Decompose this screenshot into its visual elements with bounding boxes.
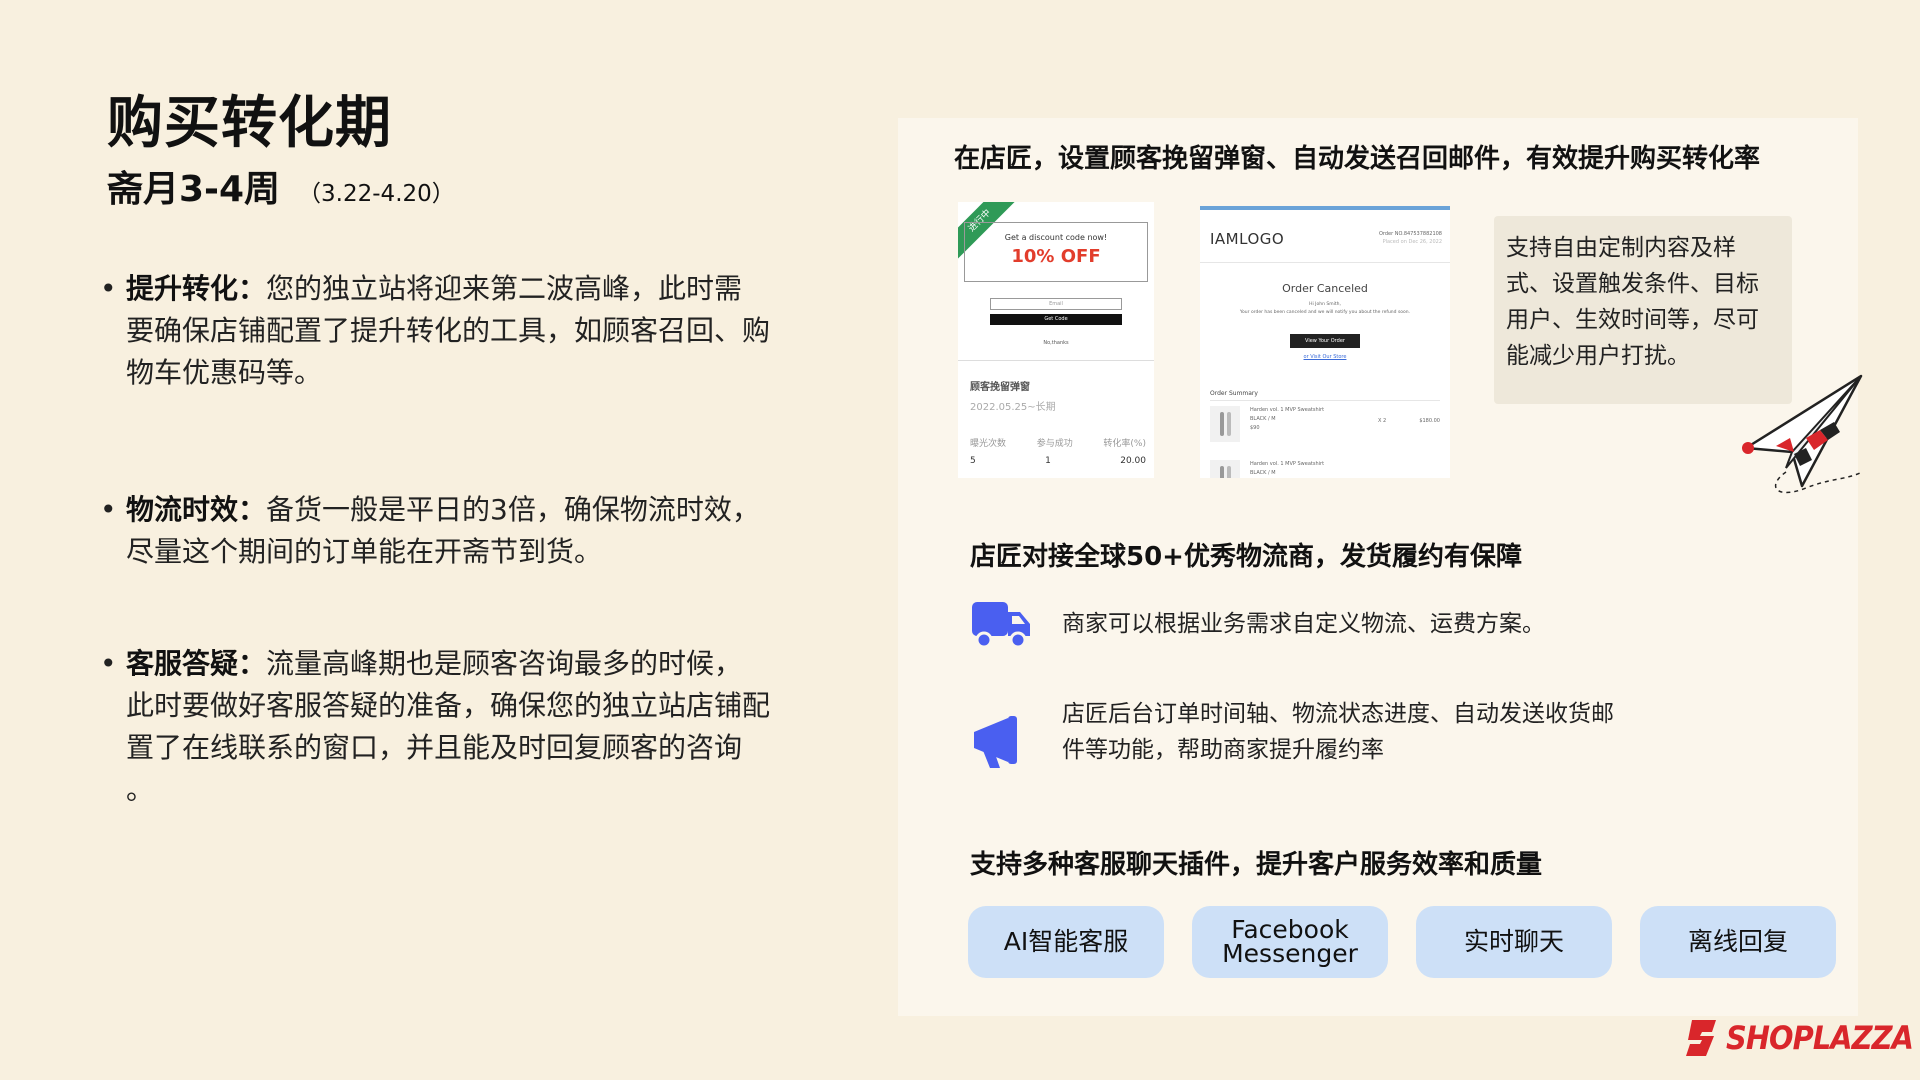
order-item: Harden vol. 1 MVP Sweatshirt BLACK / M <box>1210 460 1440 478</box>
view-order-button: View Your Order <box>1290 334 1360 348</box>
brand-name: SHOPLAZZA <box>1726 1019 1914 1057</box>
store-logo: IAMLOGO <box>1210 230 1285 248</box>
placed-on: Placed on Dec 26, 2022 <box>1382 239 1442 245</box>
item-total: $180.00 <box>1419 418 1440 424</box>
recall-email-mock: IAMLOGO Order NO.847537882108 Placed on … <box>1200 206 1450 478</box>
stat-headers: 曝光次数 参与成功 转化率(%) <box>970 436 1146 449</box>
product-thumbnail <box>1210 406 1240 442</box>
visit-store-link: or Visit Our Store <box>1303 354 1347 360</box>
feature-text: 商家可以根据业务需求自定义物流、运费方案。 <box>1062 611 1545 637</box>
bullet-label: 物流时效 <box>126 493 239 526</box>
plugin-facebook-messenger: Facebook Messenger <box>1192 906 1388 978</box>
stat-header: 曝光次数 <box>970 439 1007 449</box>
subtitle-main: 斋月3-4周 <box>107 169 281 210</box>
item-qty: X 2 <box>1378 418 1387 424</box>
bullet-sep: ： <box>238 493 267 526</box>
megaphone-icon <box>974 716 1017 768</box>
page-title: 购买转化期 <box>107 91 392 156</box>
paper-plane-icon <box>1742 374 1863 494</box>
plugin-live-chat: 实时聊天 <box>1416 906 1612 978</box>
item-variant: BLACK / M <box>1250 416 1276 422</box>
divider <box>958 360 1154 361</box>
logistics-heading: 店匠对接全球50+优秀物流商，发货履约有保障 <box>970 542 1522 572</box>
stat-title: 顾客挽留弹窗 <box>970 382 1030 393</box>
date-range: （3.22-4.20） <box>298 181 455 207</box>
retention-popup-mock: 进行中 Get a discount code now! 10% OFF Ema… <box>958 202 1154 478</box>
panel-heading: 在店匠，设置顾客挽留弹窗、自动发送召回邮件，有效提升购买转化率 <box>954 144 1761 174</box>
stat-value: 1 <box>1045 456 1051 466</box>
page-subtitle: 斋月3-4周 （3.22-4.20） <box>107 160 455 212</box>
plugin-offline-reply: 离线回复 <box>1640 906 1836 978</box>
stat-header: 转化率(%) <box>1103 439 1146 449</box>
item-info: Harden vol. 1 MVP Sweatshirt BLACK / M <box>1250 460 1324 478</box>
bullet-sep: ： <box>238 647 267 680</box>
item-info: Harden vol. 1 MVP Sweatshirt BLACK / M $… <box>1250 406 1324 433</box>
bullet-sep: ： <box>238 272 267 305</box>
no-thanks-link: No,thanks <box>1043 340 1069 346</box>
get-code-button: Get Code <box>990 314 1122 325</box>
bullet-conversion: 提升转化：您的独立站将迎来第二波高峰，此时需要确保店铺配置了提升转化的工具，如顾… <box>100 268 770 394</box>
shoplazza-logo-icon <box>1686 1020 1716 1056</box>
greeting: Hi John Smith, <box>1309 302 1341 307</box>
popup-offer: 10% OFF <box>1011 246 1101 267</box>
divider <box>1210 400 1440 401</box>
order-status: Order Canceled <box>1282 282 1368 295</box>
stat-header: 参与成功 <box>1036 439 1073 449</box>
plugin-ai-service: AI智能客服 <box>968 906 1164 978</box>
item-variant: BLACK / M <box>1250 470 1276 476</box>
feature-panel: 在店匠，设置顾客挽留弹窗、自动发送召回邮件，有效提升购买转化率 进行中 Get … <box>898 118 1863 1016</box>
order-item: Harden vol. 1 MVP Sweatshirt BLACK / M $… <box>1210 406 1440 446</box>
item-name: Harden vol. 1 MVP Sweatshirt <box>1250 461 1325 467</box>
item-name: Harden vol. 1 MVP Sweatshirt <box>1250 407 1325 413</box>
email-input: Email <box>990 298 1122 310</box>
bullet-logistics: 物流时效：备货一般是平日的3倍，确保物流时效，尽量这个期间的订单能在开斋节到货。 <box>100 489 770 573</box>
stat-date: 2022.05.25~长期 <box>970 402 1056 413</box>
stat-value: 5 <box>970 456 976 466</box>
product-thumbnail <box>1210 460 1240 478</box>
truck-icon <box>972 602 1030 649</box>
feature-text: 店匠后台订单时间轴、物流状态进度、自动发送收货邮件等功能，帮助商家提升履约率 <box>1062 701 1614 763</box>
item-unit-price: $90 <box>1250 425 1260 431</box>
divider <box>1200 262 1450 263</box>
order-number-text: Order NO.847537882108 <box>1378 231 1442 237</box>
bullet-label: 客服答疑 <box>126 647 239 680</box>
bullet-label: 提升转化 <box>126 272 239 305</box>
stat-value: 20.00 <box>1120 456 1146 466</box>
cancel-message: Your order has been canceled and we will… <box>1239 310 1411 315</box>
order-number: Order NO.847537882108 Placed on Dec 26, … <box>1379 230 1442 246</box>
popup-caption: Get a discount code now! <box>1004 233 1108 242</box>
service-heading: 支持多种客服聊天插件，提升客户服务效率和质量 <box>970 850 1543 880</box>
brand-logo: SHOPLAZZA <box>1684 1018 1920 1058</box>
discount-popup: Get a discount code now! 10% OFF <box>964 222 1148 282</box>
stat-values: 5 1 20.00 <box>970 456 1146 466</box>
order-summary-title: Order Summary <box>1210 390 1258 397</box>
bullet-list: 提升转化：您的独立站将迎来第二波高峰，此时需要确保店铺配置了提升转化的工具，如顾… <box>100 268 770 811</box>
bullet-customer-service: 客服答疑：流量高峰期也是顾客咨询最多的时候，此时要做好客服答疑的准备，确保您的独… <box>100 643 770 811</box>
